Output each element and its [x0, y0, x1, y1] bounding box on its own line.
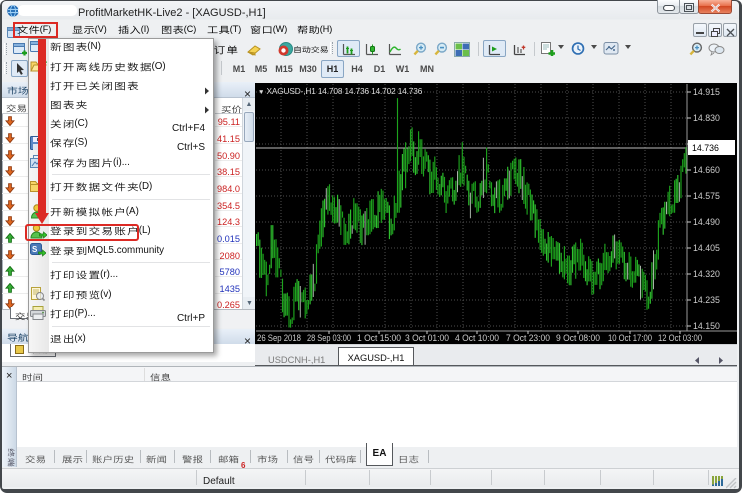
svg-text:10 Oct 17:00: 10 Oct 17:00: [608, 333, 652, 343]
svg-text:S: S: [32, 245, 38, 254]
svg-text:14.736: 14.736: [692, 143, 719, 153]
svg-text:14.915: 14.915: [693, 87, 720, 97]
svg-text:14.830: 14.830: [693, 113, 720, 123]
svg-text:▼ XAGUSD-,H1 14.708 14.736 14: ▼ XAGUSD-,H1 14.708 14.736 14.702 14.736: [258, 86, 423, 96]
svg-text:12 Oct 03:00: 12 Oct 03:00: [658, 333, 702, 343]
svg-text:14.660: 14.660: [693, 165, 720, 175]
svg-text:28 Sep 03:00: 28 Sep 03:00: [307, 333, 351, 343]
svg-text:3 Oct 01:00: 3 Oct 01:00: [405, 333, 449, 343]
svg-text:14.320: 14.320: [693, 269, 720, 279]
svg-text:7 Oct 23:00: 7 Oct 23:00: [506, 333, 550, 343]
svg-text:9 Oct 08:00: 9 Oct 08:00: [556, 333, 600, 343]
svg-text:26 Sep 2018: 26 Sep 2018: [257, 333, 301, 343]
svg-text:14.150: 14.150: [693, 321, 720, 331]
svg-text:14.235: 14.235: [693, 295, 720, 305]
svg-text:4 Oct 10:00: 4 Oct 10:00: [455, 333, 499, 343]
svg-text:14.405: 14.405: [693, 243, 720, 253]
svg-text:1 Oct 15:00: 1 Oct 15:00: [357, 333, 401, 343]
svg-text:14.575: 14.575: [693, 191, 720, 201]
svg-text:14.490: 14.490: [693, 217, 720, 227]
